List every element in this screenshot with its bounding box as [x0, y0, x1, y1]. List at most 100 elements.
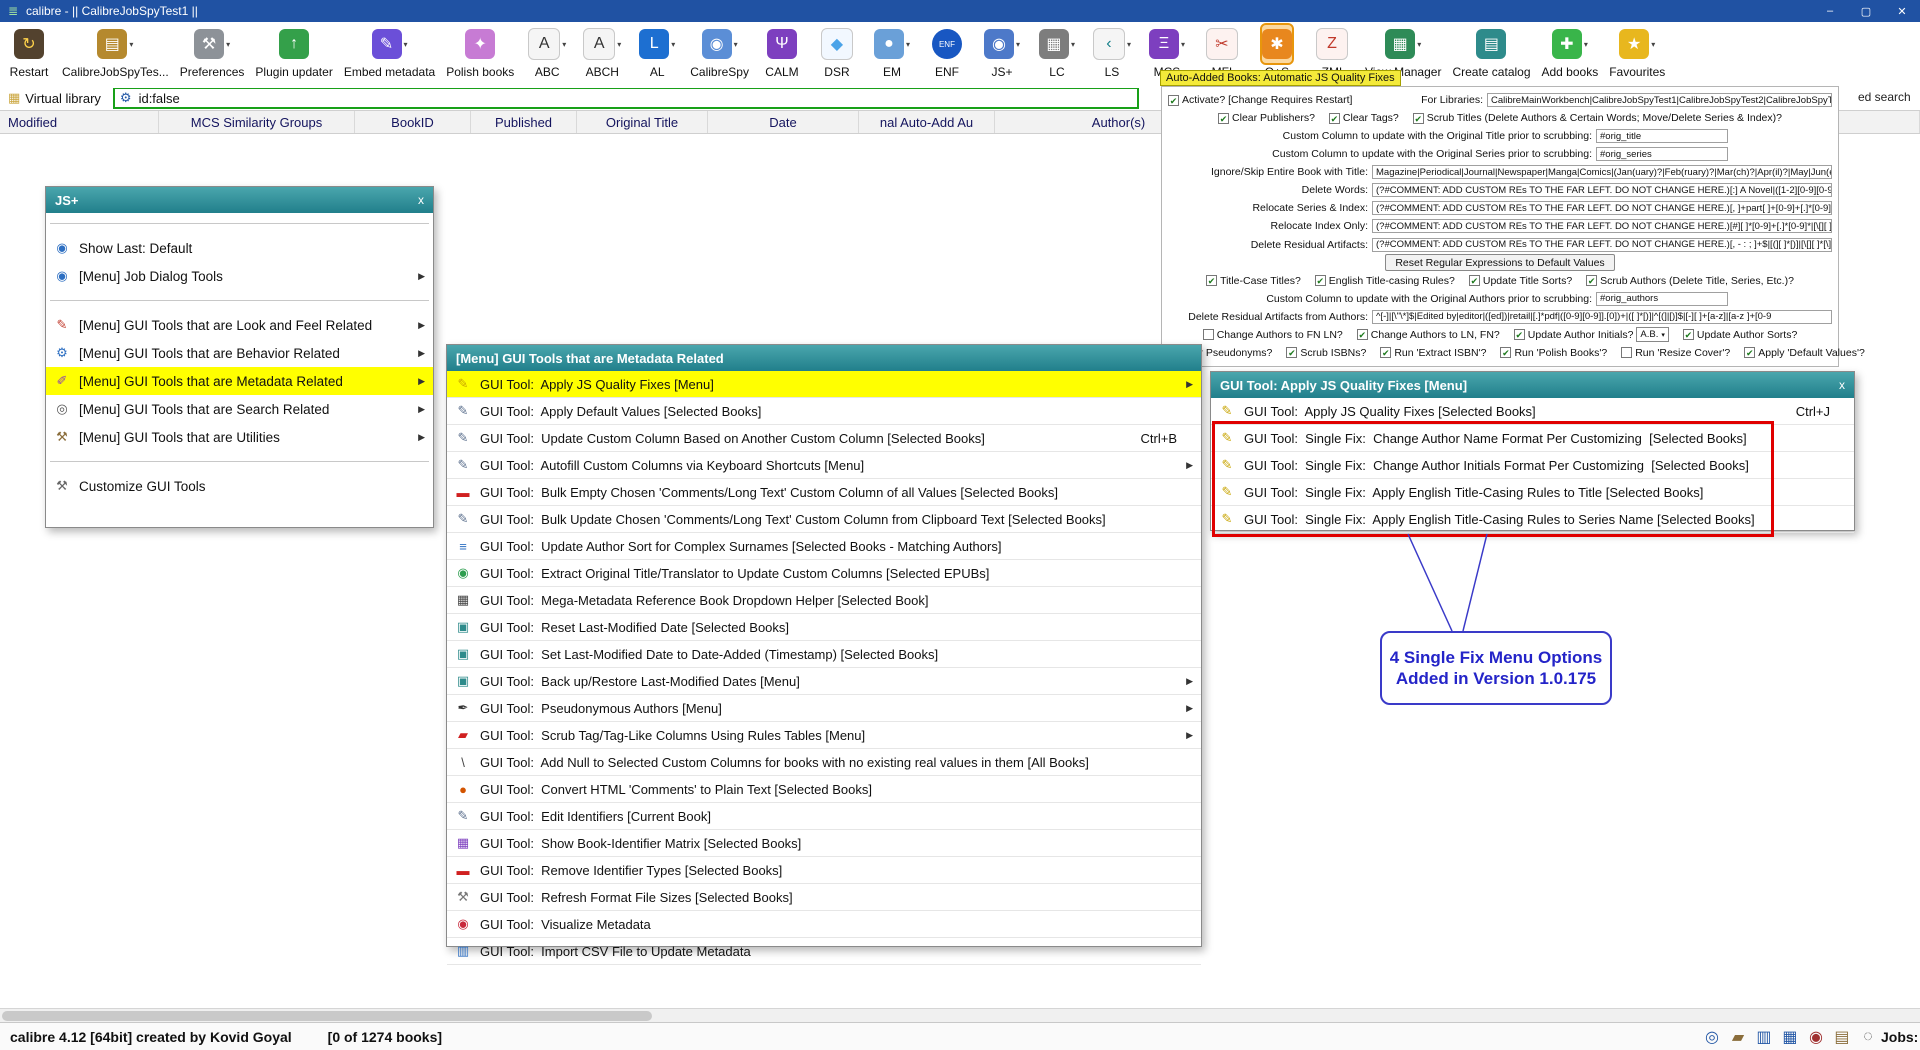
toolbar-icon-wrap[interactable]: ▦▾: [1039, 25, 1075, 63]
gear-icon[interactable]: ⚙: [120, 90, 132, 106]
menu-item-gui-tool-pseudonymous-authors-menu[interactable]: ✒GUI Tool: Pseudonymous Authors [Menu]▶: [447, 695, 1201, 722]
toolbar-item-em[interactable]: ●▾EM: [865, 24, 919, 80]
menu-item-gui-tool-visualize-metadata[interactable]: ◉GUI Tool: Visualize Metadata: [447, 911, 1201, 938]
toolbar-icon-wrap[interactable]: ★▾: [1619, 25, 1655, 63]
dropdown-arrow-icon[interactable]: ▾: [906, 40, 910, 49]
toolbar-item-abc[interactable]: A▾ABC: [520, 24, 574, 80]
toolbar-icon-wrap[interactable]: Ξ▾: [1149, 25, 1185, 63]
dropdown-arrow-icon[interactable]: ▾: [1651, 40, 1655, 49]
toolbar-icon-wrap[interactable]: ↑: [279, 25, 309, 63]
dropdown-arrow-icon[interactable]: ▾: [1071, 40, 1075, 49]
menu-item-gui-tool-back-up-restore-last-modified-d[interactable]: ▣GUI Tool: Back up/Restore Last-Modified…: [447, 668, 1201, 695]
checked-checkbox[interactable]: ✔: [1683, 329, 1694, 340]
scrollbar-thumb[interactable]: [2, 1011, 652, 1021]
toolbar-item-calibrespy[interactable]: ◉▾CalibreSpy: [685, 24, 754, 80]
toolbar-item-create-catalog[interactable]: ▤Create catalog: [1447, 24, 1535, 80]
checkbox-option-clear-tags[interactable]: ✔Clear Tags?: [1329, 112, 1399, 124]
settings-field-input[interactable]: #orig_series: [1596, 147, 1728, 161]
toolbar-icon-wrap[interactable]: ▤▾: [97, 25, 133, 63]
menu-item-gui-tool-autofill-custom-columns-via-key[interactable]: ✎GUI Tool: Autofill Custom Columns via K…: [447, 452, 1201, 479]
toolbar-icon-wrap[interactable]: ✂: [1206, 25, 1238, 63]
close-button[interactable]: ✕: [1884, 0, 1920, 22]
dropdown-arrow-icon[interactable]: ▾: [617, 40, 621, 49]
toolbar-item-calibrejobspytes[interactable]: ▤▾CalibreJobSpyTes...: [57, 24, 174, 80]
settings-field-input[interactable]: #orig_title: [1596, 129, 1728, 143]
dropdown-arrow-icon[interactable]: ▾: [1584, 40, 1588, 49]
checkbox-option-update-title-sorts[interactable]: ✔Update Title Sorts?: [1469, 275, 1572, 287]
status-eye-icon[interactable]: ◉: [1807, 1027, 1825, 1047]
toolbar-item-abch[interactable]: A▾ABCH: [575, 24, 629, 80]
checkbox-option-title-case-titles[interactable]: ✔Title-Case Titles?: [1206, 275, 1301, 287]
checked-checkbox[interactable]: ✔: [1329, 113, 1340, 124]
checked-checkbox[interactable]: ✔: [1206, 275, 1217, 286]
menu-item-menu-gui-tools-that-are-behavior-related[interactable]: ⚙[Menu] GUI Tools that are Behavior Rela…: [46, 339, 433, 367]
toolbar-icon-wrap[interactable]: ↻: [14, 25, 44, 63]
status-grid-icon[interactable]: ▦: [1781, 1027, 1799, 1047]
search-input[interactable]: ⚙ id:false: [113, 87, 1139, 109]
toolbar-icon-wrap[interactable]: ◉▾: [984, 25, 1020, 63]
menu-item-gui-tool-update-custom-column-based-on-a[interactable]: ✎GUI Tool: Update Custom Column Based on…: [447, 425, 1201, 452]
checked-checkbox[interactable]: ✔: [1586, 275, 1597, 286]
horizontal-scrollbar[interactable]: [0, 1008, 1920, 1023]
menu-item-gui-tool-extract-original-title-translat[interactable]: ◉GUI Tool: Extract Original Title/Transl…: [447, 560, 1201, 587]
menu-item-menu-gui-tools-that-are-search-related[interactable]: ◎[Menu] GUI Tools that are Search Relate…: [46, 395, 433, 423]
close-icon[interactable]: x: [1839, 378, 1845, 392]
checkbox-option-run-extract-isbn[interactable]: ✔Run 'Extract ISBN'?: [1380, 347, 1486, 359]
dropdown-arrow-icon[interactable]: ▾: [226, 40, 230, 49]
toolbar-icon-wrap[interactable]: A▾: [583, 25, 621, 63]
menu-item-gui-tool-remove-identifier-types-selecte[interactable]: ▬GUI Tool: Remove Identifier Types [Sele…: [447, 857, 1201, 884]
menu-item-gui-tool-refresh-format-file-sizes-selec[interactable]: ⚒GUI Tool: Refresh Format File Sizes [Se…: [447, 884, 1201, 911]
menu-item-gui-tool-convert-html-comments-to-plain-[interactable]: ●GUI Tool: Convert HTML 'Comments' to Pl…: [447, 776, 1201, 803]
for-libraries-input[interactable]: CalibreMainWorkbench|CalibreJobSpyTest1|…: [1487, 93, 1832, 107]
toolbar-item-enf[interactable]: ENFENF: [920, 24, 974, 80]
checkbox-option-scrub-titles-delete-authors-ce[interactable]: ✔Scrub Titles (Delete Authors & Certain …: [1413, 112, 1782, 124]
checkbox-option-change-authors-to-ln-fn[interactable]: ✔Change Authors to LN, FN?: [1357, 329, 1500, 341]
menu-item-gui-tool-reset-last-modified-date-select[interactable]: ▣GUI Tool: Reset Last-Modified Date [Sel…: [447, 614, 1201, 641]
menu-item-customize-gui-tools[interactable]: ⚒Customize GUI Tools: [46, 472, 433, 500]
menu-item-menu-gui-tools-that-are-look-and-feel-re[interactable]: ✎[Menu] GUI Tools that are Look and Feel…: [46, 311, 433, 339]
dropdown-arrow-icon[interactable]: ▾: [734, 40, 738, 49]
toolbar-icon-wrap[interactable]: ‹▾: [1093, 25, 1131, 63]
dropdown-arrow-icon[interactable]: ▾: [1181, 40, 1185, 49]
toolbar-item-add-books[interactable]: ✚▾Add books: [1537, 24, 1604, 80]
checkbox-option-update-author-sorts[interactable]: ✔Update Author Sorts?: [1683, 329, 1797, 341]
checkbox-option-run-polish-books[interactable]: ✔Run 'Polish Books'?: [1500, 347, 1607, 359]
dropdown-arrow-icon[interactable]: ▾: [1016, 40, 1020, 49]
menu-item-gui-tool-bulk-update-chosen-comments-lon[interactable]: ✎GUI Tool: Bulk Update Chosen 'Comments/…: [447, 506, 1201, 533]
checked-checkbox[interactable]: ✔: [1514, 329, 1525, 340]
settings-field-input[interactable]: Magazine|Periodical|Journal|Newspaper|Ma…: [1372, 165, 1832, 179]
toolbar-item-calm[interactable]: ΨCALM: [755, 24, 809, 80]
settings-field-input[interactable]: #orig_authors: [1596, 292, 1728, 306]
settings-field-input[interactable]: (?#COMMENT: ADD CUSTOM REs TO THE FAR LE…: [1372, 238, 1832, 252]
menu-item-gui-tool-apply-default-values-selected-b[interactable]: ✎GUI Tool: Apply Default Values [Selecte…: [447, 398, 1201, 425]
status-spinner-icon[interactable]: ◌: [1859, 1028, 1877, 1046]
toolbar-icon-wrap[interactable]: Z: [1316, 25, 1348, 63]
checkbox-option-scrub-isbns[interactable]: ✔Scrub ISBNs?: [1286, 347, 1366, 359]
menu-item-gui-tool-add-null-to-selected-custom-col[interactable]: \GUI Tool: Add Null to Selected Custom C…: [447, 749, 1201, 776]
status-tag-icon[interactable]: ▰: [1729, 1027, 1747, 1047]
toolbar-item-plugin-updater[interactable]: ↑Plugin updater: [250, 24, 337, 80]
menu-item-gui-tool-show-book-identifier-matrix-sel[interactable]: ▦GUI Tool: Show Book-Identifier Matrix […: [447, 830, 1201, 857]
menu-item-menu-gui-tools-that-are-metadata-related[interactable]: ✐[Menu] GUI Tools that are Metadata Rela…: [46, 367, 433, 395]
toolbar-icon-wrap[interactable]: L▾: [639, 25, 675, 63]
maximize-button[interactable]: ▢: [1848, 0, 1884, 22]
checkbox-option-english-title-casing-rules[interactable]: ✔English Title-casing Rules?: [1315, 275, 1455, 287]
toolbar-icon-wrap[interactable]: ▦▾: [1385, 25, 1421, 63]
column-header-date[interactable]: Date: [708, 111, 859, 133]
menu-item-gui-tool-mega-metadata-reference-book-dr[interactable]: ▦GUI Tool: Mega-Metadata Reference Book …: [447, 587, 1201, 614]
status-chart-icon[interactable]: ▥: [1755, 1027, 1773, 1047]
status-book-icon[interactable]: ▤: [1833, 1027, 1851, 1047]
checked-checkbox[interactable]: ✔: [1380, 347, 1391, 358]
column-header-original-title[interactable]: Original Title: [577, 111, 708, 133]
toolbar-item-favourites[interactable]: ★▾Favourites: [1604, 24, 1670, 80]
status-search-icon[interactable]: ◎: [1703, 1027, 1721, 1047]
unchecked-checkbox[interactable]: [1621, 347, 1632, 358]
column-header-modified[interactable]: Modified: [0, 111, 159, 133]
toolbar-icon-wrap[interactable]: ✦: [465, 25, 495, 63]
toolbar-icon-wrap[interactable]: A▾: [528, 25, 566, 63]
menu-item-gui-tool-apply-js-quality-fixes-menu[interactable]: ✎GUI Tool: Apply JS Quality Fixes [Menu]…: [447, 371, 1201, 398]
menu-item-gui-tool-edit-identifiers-current-book[interactable]: ✎GUI Tool: Edit Identifiers [Current Boo…: [447, 803, 1201, 830]
column-header-bookid[interactable]: BookID: [355, 111, 471, 133]
checkbox-option-scrub-authors-delete-title-ser[interactable]: ✔Scrub Authors (Delete Title, Series, Et…: [1586, 275, 1794, 287]
toolbar-icon-wrap[interactable]: ✱: [1262, 25, 1292, 63]
